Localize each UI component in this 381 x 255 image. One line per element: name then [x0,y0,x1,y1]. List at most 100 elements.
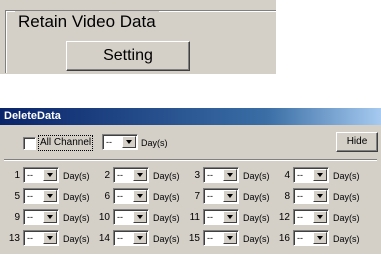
channel-12-setting: 12 -- Day(s) [270,209,360,227]
channel-number: 8 [284,191,290,202]
separator [4,159,377,161]
channel-days-label: Day(s) [63,213,90,223]
channel-days-select[interactable]: -- [113,188,149,204]
channel-9-setting: 9 -- Day(s) [0,209,90,227]
channel-days-label: Day(s) [333,213,360,223]
channel-13-setting: 13 -- Day(s) [0,230,90,248]
channel-days-select[interactable]: -- [113,209,149,225]
channel-number: 12 [278,212,290,223]
channel-number: 14 [98,233,110,244]
channel-days-label: Day(s) [63,234,90,244]
channel-days-select[interactable]: -- [293,230,329,246]
channel-days-select[interactable]: -- [203,167,239,183]
channel-days-label: Day(s) [153,213,180,223]
channel-days-value: -- [27,233,33,243]
channel-days-label: Day(s) [243,213,270,223]
channel-3-setting: 3 -- Day(s) [180,167,270,185]
chevron-down-icon[interactable] [223,169,237,181]
channel-days-value: -- [117,191,123,201]
channel-days-select[interactable]: -- [293,167,329,183]
channel-number: 4 [284,170,290,181]
channel-2-setting: 2 -- Day(s) [90,167,180,185]
group-title: Retain Video Data [15,11,159,33]
chevron-down-icon[interactable] [223,232,237,244]
hide-button[interactable]: Hide [336,132,378,152]
channel-days-label: Day(s) [333,171,360,181]
channel-days-value: -- [27,212,33,222]
channel-days-value: -- [117,170,123,180]
channel-days-value: -- [117,212,123,222]
retain-video-data-panel: Retain Video Data Setting [0,0,276,74]
chevron-down-icon[interactable] [223,190,237,202]
channel-days-value: -- [207,191,213,201]
channel-days-label: Day(s) [153,171,180,181]
channel-days-value: -- [297,212,303,222]
all-channel-checkbox[interactable] [23,137,36,150]
channel-days-label: Day(s) [63,171,90,181]
chevron-down-icon[interactable] [223,211,237,223]
channel-days-value: -- [207,212,213,222]
all-channel-days-value: -- [106,137,112,147]
channel-number: 7 [194,191,200,202]
channel-days-select[interactable]: -- [113,230,149,246]
all-channel-days-select[interactable]: -- [102,134,138,150]
channel-days-select[interactable]: -- [113,167,149,183]
channel-number: 2 [104,170,110,181]
channel-number: 15 [188,233,200,244]
all-channel-row: All Channel -- Day(s) Hide [0,132,381,154]
channel-days-value: -- [297,170,303,180]
channel-days-select[interactable]: -- [293,209,329,225]
channel-days-value: -- [297,191,303,201]
channel-days-select[interactable]: -- [203,230,239,246]
channel-days-select[interactable]: -- [23,230,59,246]
setting-button[interactable]: Setting [66,41,190,71]
channel-10-setting: 10 -- Day(s) [90,209,180,227]
channel-number: 5 [14,191,20,202]
chevron-down-icon[interactable] [43,169,57,181]
channel-days-label: Day(s) [333,192,360,202]
chevron-down-icon[interactable] [122,136,136,148]
channel-days-select[interactable]: -- [23,167,59,183]
channel-days-select[interactable]: -- [203,209,239,225]
channel-days-label: Day(s) [333,234,360,244]
channel-number: 1 [14,170,20,181]
chevron-down-icon[interactable] [313,169,327,181]
channel-days-value: -- [207,233,213,243]
channel-number: 13 [8,233,20,244]
channel-days-label: Day(s) [63,192,90,202]
channel-days-label: Day(s) [243,234,270,244]
channel-14-setting: 14 -- Day(s) [90,230,180,248]
channel-days-value: -- [27,191,33,201]
channel-number: 11 [189,212,200,223]
window-title: DeleteData [4,110,61,122]
channel-days-select[interactable]: -- [203,188,239,204]
chevron-down-icon[interactable] [133,211,147,223]
channel-days-select[interactable]: -- [23,209,59,225]
chevron-down-icon[interactable] [313,190,327,202]
channel-days-label: Day(s) [243,171,270,181]
chevron-down-icon[interactable] [133,190,147,202]
chevron-down-icon[interactable] [43,211,57,223]
channel-number: 9 [14,212,20,223]
channel-16-setting: 16 -- Day(s) [270,230,360,248]
chevron-down-icon[interactable] [133,232,147,244]
window-title-bar: DeleteData [0,108,381,125]
channel-number: 6 [104,191,110,202]
chevron-down-icon[interactable] [43,232,57,244]
chevron-down-icon[interactable] [43,190,57,202]
all-channel-days-label: Day(s) [141,138,168,148]
chevron-down-icon[interactable] [313,211,327,223]
channel-days-select[interactable]: -- [293,188,329,204]
chevron-down-icon[interactable] [133,169,147,181]
channel-1-setting: 1 -- Day(s) [0,167,90,185]
channel-days-select[interactable]: -- [23,188,59,204]
channel-5-setting: 5 -- Day(s) [0,188,90,206]
delete-data-window: DeleteData All Channel -- Day(s) Hide 1-… [0,108,381,254]
channel-days-value: -- [27,170,33,180]
channel-days-label: Day(s) [243,192,270,202]
chevron-down-icon[interactable] [313,232,327,244]
all-channel-label[interactable]: All Channel [38,135,94,151]
channel-4-setting: 4 -- Day(s) [270,167,360,185]
channel-7-setting: 7 -- Day(s) [180,188,270,206]
channel-6-setting: 6 -- Day(s) [90,188,180,206]
